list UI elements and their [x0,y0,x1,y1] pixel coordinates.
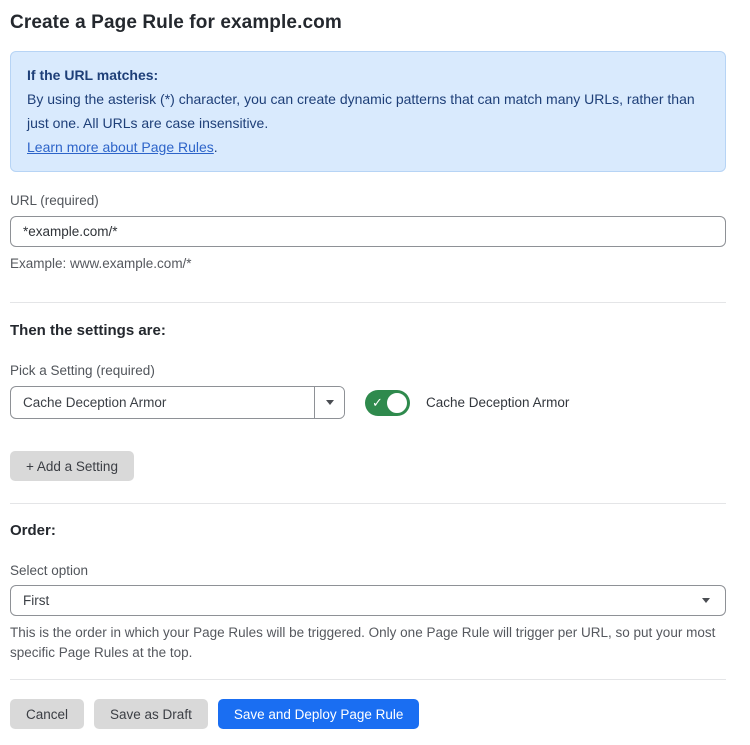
add-setting-button[interactable]: + Add a Setting [10,451,134,481]
setting-select[interactable]: Cache Deception Armor [10,386,345,419]
footer-actions: Cancel Save as Draft Save and Deploy Pag… [10,699,726,729]
url-match-info-box: If the URL matches: By using the asteris… [10,51,726,172]
info-box-body: By using the asterisk (*) character, you… [27,87,709,159]
order-select-label: Select option [10,563,726,578]
chevron-down-icon [326,400,334,405]
check-icon: ✓ [372,396,383,409]
settings-section-heading: Then the settings are: [10,322,726,339]
cache-deception-armor-toggle[interactable]: ✓ [365,390,410,416]
toggle-knob [385,391,409,415]
save-as-draft-button[interactable]: Save as Draft [94,699,208,729]
setting-toggle-wrap: ✓ Cache Deception Armor [365,390,569,416]
setting-select-arrow-button[interactable] [314,387,344,418]
save-and-deploy-button[interactable]: Save and Deploy Page Rule [218,699,420,729]
divider [10,302,726,303]
info-box-body-text: By using the asterisk (*) character, you… [27,91,695,131]
url-input[interactable] [10,216,726,247]
url-field-label: URL (required) [10,193,726,208]
divider [10,503,726,504]
pick-setting-label: Pick a Setting (required) [10,363,726,378]
order-select[interactable]: First [10,585,726,616]
chevron-down-icon [702,598,710,603]
toggle-label: Cache Deception Armor [426,395,569,410]
setting-row: Cache Deception Armor ✓ Cache Deception … [10,386,726,419]
link-suffix: . [214,139,218,155]
info-box-heading: If the URL matches: [27,63,709,87]
setting-select-value: Cache Deception Armor [11,387,314,418]
url-example-helper: Example: www.example.com/* [10,254,726,274]
order-select-value: First [23,593,49,608]
create-page-rule-form: Create a Page Rule for example.com If th… [0,0,750,745]
order-section-heading: Order: [10,522,726,539]
divider [10,679,726,680]
learn-more-link[interactable]: Learn more about Page Rules [27,139,214,155]
page-title: Create a Page Rule for example.com [10,12,726,34]
cancel-button[interactable]: Cancel [10,699,84,729]
order-helper-text: This is the order in which your Page Rul… [10,623,726,663]
